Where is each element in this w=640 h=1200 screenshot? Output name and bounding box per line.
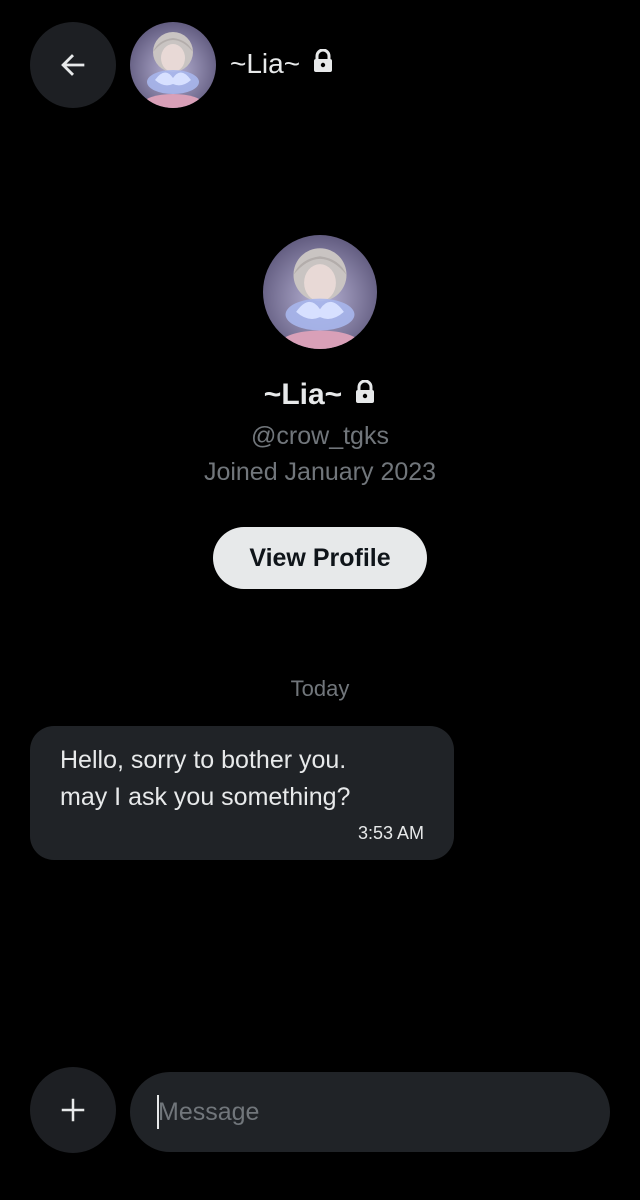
back-button[interactable] [30, 22, 116, 108]
date-separator: Today [290, 676, 350, 701]
avatar[interactable] [130, 22, 216, 108]
lock-icon [312, 44, 334, 84]
header: ~Lia~ [0, 0, 640, 130]
profile-name: ~Lia~ [263, 378, 343, 411]
plus-icon [61, 1098, 85, 1122]
message-text-line: may I ask you something? [60, 783, 351, 811]
arrow-left-icon [61, 54, 85, 76]
profile-name-row: ~Lia~ [0, 375, 640, 415]
conversation-title[interactable]: ~Lia~ [230, 44, 334, 84]
profile-avatar[interactable] [263, 235, 377, 349]
message-input[interactable] [130, 1072, 610, 1152]
lock-icon [354, 378, 376, 412]
message-composer [0, 1066, 640, 1156]
message-timestamp: 3:53 AM [357, 823, 424, 843]
message-text-line: Hello, sorry to bother you. [60, 746, 347, 774]
text-cursor [157, 1095, 159, 1129]
contact-name: ~Lia~ [230, 48, 301, 79]
profile-joined-date: Joined January 2023 [203, 458, 437, 486]
message-bubble[interactable]: Hello, sorry to bother you. may I ask yo… [30, 726, 454, 860]
add-attachment-button[interactable] [30, 1067, 116, 1153]
profile-card: ~Lia~ @crow_tgks Joined January 2023 [0, 235, 640, 489]
profile-handle: @crow_tgks [251, 422, 389, 450]
view-profile-button[interactable]: View Profile [213, 527, 427, 589]
dm-conversation-screen: ~Lia~ ~Lia~ @crow_tgks Joined January 20… [0, 0, 640, 1200]
